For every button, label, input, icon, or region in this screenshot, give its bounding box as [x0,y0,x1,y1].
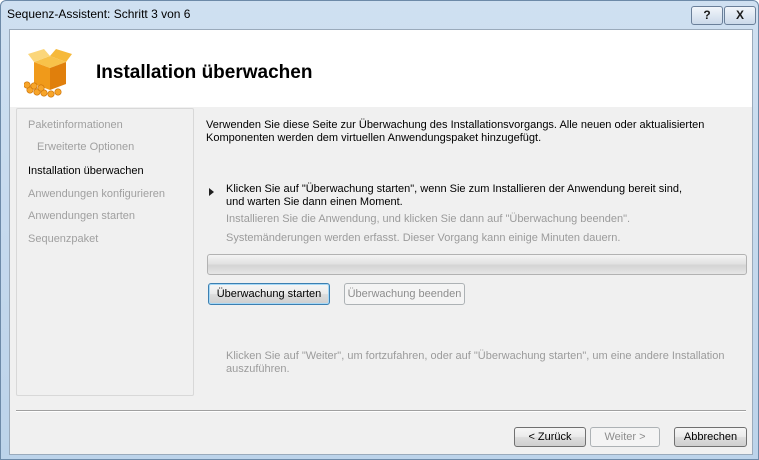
nav-item-anwendungen-konfigurieren[interactable]: Anwendungen konfigurieren [28,188,165,200]
step-instruction: Klicken Sie auf "Überwachung starten", w… [226,183,683,208]
footer-divider [16,410,746,412]
page-description: Verwenden Sie diese Seite zur Überwachun… [206,119,705,144]
stop-monitoring-button[interactable]: Überwachung beenden [344,283,465,305]
cancel-button[interactable]: Abbrechen [674,427,747,447]
monitoring-progress-bar [207,254,747,275]
nav-item-paketinformationen[interactable]: Paketinformationen [28,119,123,131]
package-box-icon [24,49,72,98]
start-monitoring-button[interactable]: Überwachung starten [208,283,330,305]
step-capture-text: Systemänderungen werden erfasst. Dieser … [226,232,621,244]
nav-item-anwendungen-starten[interactable]: Anwendungen starten [28,210,135,222]
continue-note: Klicken Sie auf "Weiter", um fortzufahre… [226,350,725,375]
wizard-window: Sequenz-Assistent: Schritt 3 von 6 ? X I… [0,0,759,460]
nav-item-sequenzpaket[interactable]: Sequenzpaket [28,233,98,245]
nav-item-erweiterte-optionen[interactable]: Erweiterte Optionen [37,141,134,153]
help-button[interactable]: ? [691,6,723,25]
back-button[interactable]: < Zurück [514,427,586,447]
step-install-text: Installieren Sie die Anwendung, und klic… [226,213,631,225]
nav-item-installation-ueberwachen[interactable]: Installation überwachen [28,165,144,177]
page-title: Installation überwachen [96,62,313,83]
wizard-header: Installation überwachen [10,30,752,107]
step-arrow-icon [209,188,214,196]
title-bar: Sequenz-Assistent: Schritt 3 von 6 ? X [1,1,758,27]
next-button[interactable]: Weiter > [590,427,660,447]
wizard-client: Installation überwachen Paketinformation… [9,29,753,455]
wizard-step-nav: Paketinformationen Erweiterte Optionen I… [16,108,194,396]
close-button[interactable]: X [724,6,756,25]
window-title: Sequenz-Assistent: Schritt 3 von 6 [7,7,191,21]
